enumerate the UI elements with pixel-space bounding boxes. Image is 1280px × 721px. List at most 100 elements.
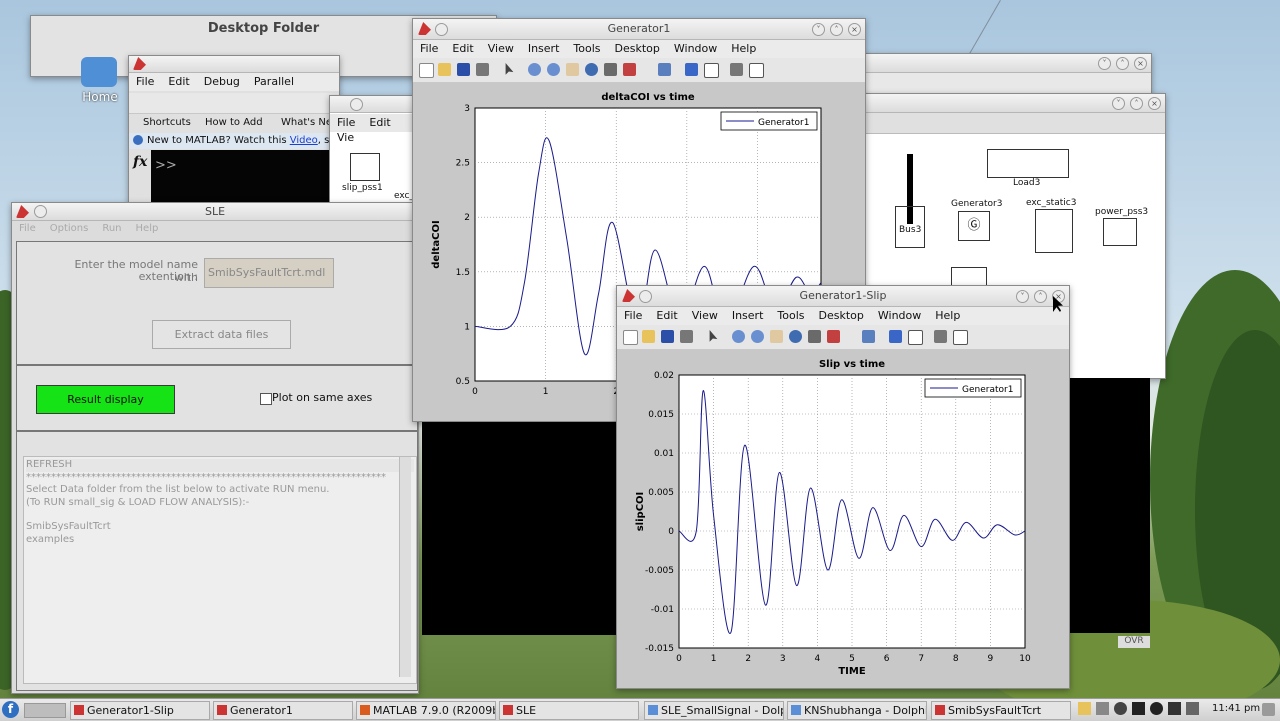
brush-icon[interactable] bbox=[623, 63, 636, 76]
extract-data-files-button[interactable]: Extract data files bbox=[152, 320, 291, 349]
matlab-news-link[interactable]: Video bbox=[290, 135, 318, 146]
save-icon[interactable] bbox=[661, 330, 674, 343]
command-window[interactable] bbox=[151, 150, 339, 206]
block-generator3[interactable]: Ⓖ bbox=[958, 211, 990, 241]
matlab-menu-debug[interactable]: Debug bbox=[197, 73, 247, 88]
data-folder-list[interactable]: REFRESH ********************************… bbox=[23, 456, 417, 684]
fig1-menu-edit[interactable]: Edit bbox=[445, 40, 480, 55]
matlab-menu-parallel[interactable]: Parallel bbox=[247, 73, 301, 88]
list-item[interactable]: ****************************************… bbox=[26, 472, 414, 485]
matlab-menu-edit[interactable]: Edit bbox=[161, 73, 196, 88]
record-tray-icon[interactable] bbox=[1132, 702, 1145, 715]
taskbar-item-matlab[interactable]: MATLAB 7.9.0 (R2009b) bbox=[356, 701, 496, 720]
maximize-icon[interactable]: ˄ bbox=[1034, 290, 1047, 303]
legend-icon[interactable] bbox=[908, 330, 923, 345]
simulink-menu-file[interactable]: File bbox=[330, 114, 362, 129]
colorbar-icon[interactable] bbox=[889, 330, 902, 343]
fig2-menu-edit[interactable]: Edit bbox=[649, 307, 684, 322]
pointer-icon[interactable] bbox=[709, 330, 718, 342]
zoom-in-icon[interactable] bbox=[732, 330, 745, 343]
clipboard-tray-icon[interactable] bbox=[1096, 702, 1109, 715]
fig2-menu-view[interactable]: View bbox=[685, 307, 725, 322]
block-slip-pss1[interactable] bbox=[350, 153, 380, 181]
matlab-main-window[interactable]: File Edit Debug Parallel Shortcuts How to A… bbox=[128, 55, 340, 207]
fig2-menu-file[interactable]: File bbox=[617, 307, 649, 322]
shortcut-shortcuts[interactable]: Shortcuts bbox=[143, 117, 191, 128]
fig2-menu-window[interactable]: Window bbox=[871, 307, 928, 322]
maximize-icon[interactable]: ˄ bbox=[830, 23, 843, 36]
close-icon[interactable]: × bbox=[848, 23, 861, 36]
fig2-menu-insert[interactable]: Insert bbox=[725, 307, 771, 322]
fig1-menu-file[interactable]: File bbox=[413, 40, 445, 55]
brush-icon[interactable] bbox=[827, 330, 840, 343]
show-tools-icon[interactable] bbox=[953, 330, 968, 345]
taskbar-item-generator1-slip[interactable]: Generator1-Slip bbox=[70, 701, 210, 720]
matlab-menu-file[interactable]: File bbox=[129, 73, 161, 88]
fig2-menu-desktop[interactable]: Desktop bbox=[812, 307, 871, 322]
new-figure-icon[interactable] bbox=[419, 63, 434, 78]
plot-same-axes-checkbox[interactable] bbox=[260, 393, 272, 405]
simulink-menu-view[interactable]: Vie bbox=[330, 129, 361, 144]
list-item[interactable]: Select Data folder from the list below t… bbox=[26, 484, 414, 497]
volume-tray-icon[interactable] bbox=[1114, 702, 1127, 715]
home-icon[interactable] bbox=[81, 57, 117, 87]
pointer-icon[interactable] bbox=[505, 63, 514, 75]
sle-window[interactable]: SLE File Options Run Help Enter the model n… bbox=[11, 202, 419, 694]
list-item[interactable]: REFRESH bbox=[26, 459, 414, 472]
new-figure-icon[interactable] bbox=[623, 330, 638, 345]
legend-icon[interactable] bbox=[704, 63, 719, 78]
zoom-in-icon[interactable] bbox=[528, 63, 541, 76]
print-icon[interactable] bbox=[476, 63, 489, 76]
sle-menu-run[interactable]: Run bbox=[95, 221, 128, 234]
list-item[interactable]: SmibSysFaultTcrt bbox=[26, 521, 414, 534]
list-scrollbar[interactable] bbox=[399, 457, 411, 677]
link-icon[interactable] bbox=[658, 63, 671, 76]
show-desktop-icon[interactable] bbox=[1262, 703, 1275, 716]
fig1-menu-window[interactable]: Window bbox=[667, 40, 724, 55]
fig2-menu-help[interactable]: Help bbox=[928, 307, 967, 322]
fig1-menu-tools[interactable]: Tools bbox=[566, 40, 607, 55]
slip-chart[interactable]: 0 1 2 3 4 5 6 7 8 9 10 -0.015 -0.01 -0.005 0 0.005 0.01 0… bbox=[617, 350, 1069, 688]
save-icon[interactable] bbox=[457, 63, 470, 76]
fig1-menu-view[interactable]: View bbox=[481, 40, 521, 55]
taskbar-item-sle-smallsignal[interactable]: SLE_SmallSignal - Dolp bbox=[644, 701, 784, 720]
simulink-menu-edit[interactable]: Edit bbox=[362, 114, 397, 129]
sle-menu-file[interactable]: File bbox=[12, 221, 43, 234]
result-display-button[interactable]: Result display bbox=[36, 385, 175, 414]
print-icon[interactable] bbox=[680, 330, 693, 343]
stop-tray-icon[interactable] bbox=[1150, 702, 1163, 715]
open-icon[interactable] bbox=[642, 330, 655, 343]
list-item[interactable]: examples bbox=[26, 534, 414, 547]
clock[interactable]: 11:41 pm bbox=[1212, 703, 1260, 714]
rotate-icon[interactable] bbox=[585, 63, 598, 76]
battery-tray-icon[interactable] bbox=[1186, 702, 1199, 715]
zoom-out-icon[interactable] bbox=[751, 330, 764, 343]
taskbar-item-knshubhanga[interactable]: KNShubhanga - Dolphin bbox=[787, 701, 927, 720]
fig1-menu-desktop[interactable]: Desktop bbox=[608, 40, 667, 55]
hide-tools-icon[interactable] bbox=[730, 63, 743, 76]
block-lower[interactable] bbox=[951, 267, 987, 287]
sle-menu-options[interactable]: Options bbox=[43, 221, 96, 234]
fig1-menu-help[interactable]: Help bbox=[724, 40, 763, 55]
link-icon[interactable] bbox=[862, 330, 875, 343]
taskbar-item-smibsysfaulttcrt[interactable]: SmibSysFaultTcrt bbox=[931, 701, 1071, 720]
pan-icon[interactable] bbox=[566, 63, 579, 76]
data-cursor-icon[interactable] bbox=[604, 63, 617, 76]
fig1-menu-insert[interactable]: Insert bbox=[521, 40, 567, 55]
fx-icon[interactable]: fx bbox=[133, 154, 147, 170]
minimize-icon[interactable]: ˅ bbox=[812, 23, 825, 36]
shortcut-whats-new[interactable]: What's Ne bbox=[281, 117, 332, 128]
tray-icons[interactable] bbox=[1078, 702, 1206, 718]
colorbar-icon[interactable] bbox=[685, 63, 698, 76]
fig2-menu-tools[interactable]: Tools bbox=[770, 307, 811, 322]
block-power-pss3[interactable] bbox=[1103, 218, 1137, 246]
model-name-input[interactable]: SmibSysFaultTcrt.mdl bbox=[204, 258, 334, 288]
block-load3[interactable] bbox=[987, 149, 1069, 178]
list-item[interactable]: (To RUN small_sig & LOAD FLOW ANALYSIS):… bbox=[26, 497, 414, 510]
generator1-slip-figure-window[interactable]: Generator1-Slip ˅ ˄ × File Edit View Insert… bbox=[616, 285, 1070, 689]
network-tray-icon[interactable] bbox=[1168, 702, 1181, 715]
folder-tray-icon[interactable] bbox=[1078, 702, 1091, 715]
show-tools-icon[interactable] bbox=[749, 63, 764, 78]
start-menu-icon[interactable]: f bbox=[2, 701, 19, 718]
minimize-icon[interactable]: ˅ bbox=[1016, 290, 1029, 303]
